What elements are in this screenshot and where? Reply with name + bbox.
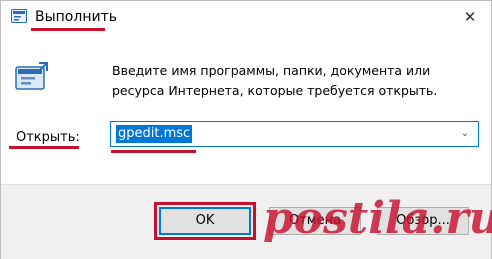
label-highlight-underline (9, 146, 79, 149)
window-title: Выполнить (35, 9, 117, 25)
run-app-icon (11, 9, 27, 23)
title-highlight-underline (31, 28, 105, 31)
close-button[interactable]: ✕ (457, 5, 483, 29)
close-icon: ✕ (463, 8, 477, 26)
value-highlight-underline (111, 150, 196, 153)
run-dialog: Выполнить ✕ Введите имя программы, папки… (0, 0, 492, 259)
title-bar[interactable]: Выполнить ✕ (1, 1, 491, 35)
cancel-button[interactable]: Отмена (269, 207, 361, 235)
run-dialog-icon (15, 62, 48, 90)
browse-button[interactable]: Обзор... (377, 207, 469, 235)
command-input[interactable]: gpedit.msc (116, 125, 193, 143)
open-label: Открыть: (16, 130, 80, 145)
ok-button[interactable]: OK (159, 207, 251, 235)
command-combobox[interactable]: gpedit.msc ⌄ (110, 121, 479, 147)
chevron-down-icon[interactable]: ⌄ (458, 126, 472, 142)
instruction-text: Введите имя программы, папки, документа … (112, 63, 438, 98)
